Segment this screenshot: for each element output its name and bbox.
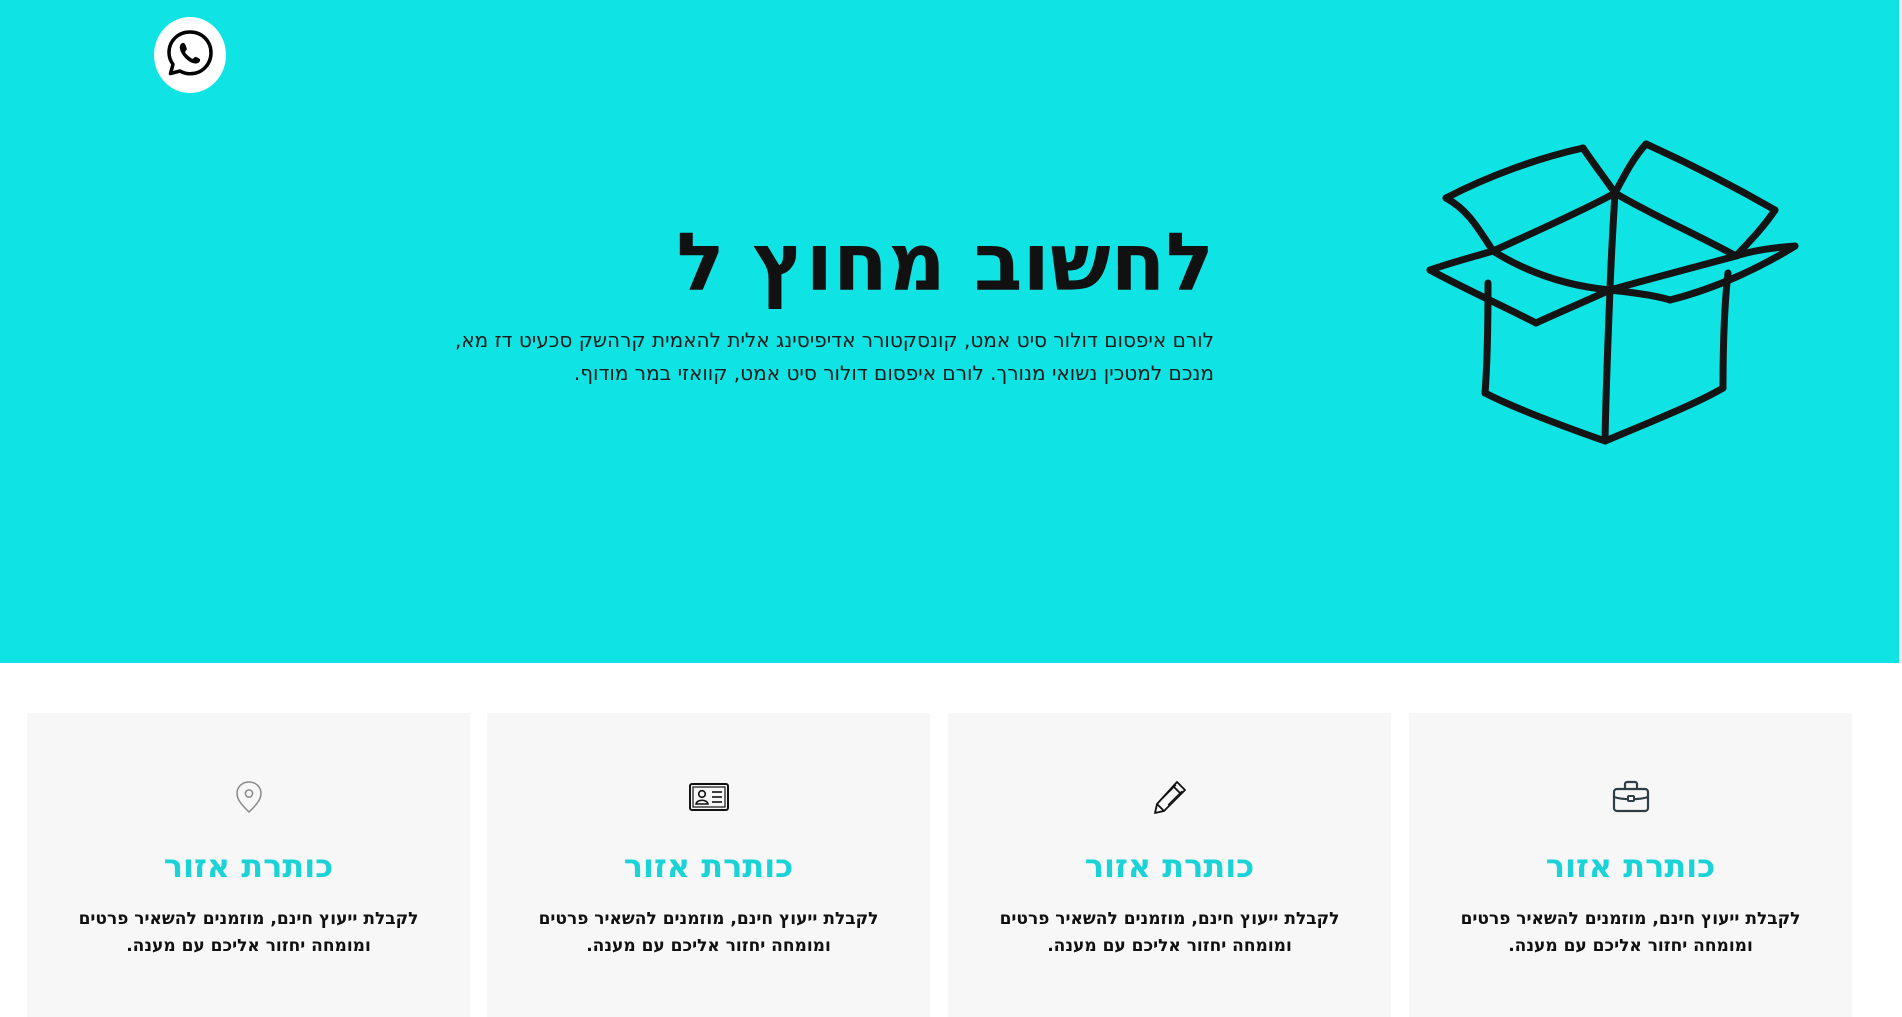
feature-text: לקבלת ייעוץ חינם, מוזמנים להשאיר פרטים ו… bbox=[999, 909, 1340, 956]
feature-title: כותרת אזור bbox=[623, 847, 794, 885]
feature-title: כותרת אזור bbox=[1545, 847, 1716, 885]
id-card-icon bbox=[687, 775, 731, 819]
hero-description: לורם איפסום דולור סיט אמט, קונסקטורר אדי… bbox=[454, 328, 1214, 385]
feature-card: כותרת אזור לקבלת ייעוץ חינם, מוזמנים להש… bbox=[27, 713, 470, 1017]
open-box-illustration bbox=[1426, 140, 1799, 445]
feature-title: כותרת אזור bbox=[1084, 847, 1255, 885]
feature-title: כותרת אזור bbox=[163, 847, 334, 885]
hero-title: לחשוב מחוץ ל bbox=[676, 216, 1214, 309]
feature-card: כותרת אזור לקבלת ייעוץ חינם, מוזמנים להש… bbox=[948, 713, 1391, 1017]
feature-card: כותרת אזור לקבלת ייעוץ חינם, מוזמנים להש… bbox=[487, 713, 930, 1017]
hero-section: לחשוב מחוץ ל לורם איפסום דולור סיט אמט, … bbox=[0, 0, 1899, 663]
map-pin-icon bbox=[227, 775, 271, 819]
briefcase-icon bbox=[1609, 775, 1653, 819]
whatsapp-button[interactable] bbox=[154, 17, 226, 93]
pencil-icon bbox=[1148, 775, 1192, 819]
feature-card: כותרת אזור לקבלת ייעוץ חינם, מוזמנים להש… bbox=[1409, 713, 1852, 1017]
feature-text: לקבלת ייעוץ חינם, מוזמנים להשאיר פרטים ו… bbox=[78, 909, 419, 956]
feature-text: לקבלת ייעוץ חינם, מוזמנים להשאיר פרטים ו… bbox=[538, 909, 879, 956]
features-section: כותרת אזור לקבלת ייעוץ חינם, מוזמנים להש… bbox=[0, 713, 1902, 1017]
feature-text: לקבלת ייעוץ חינם, מוזמנים להשאיר פרטים ו… bbox=[1460, 909, 1801, 956]
whatsapp-icon bbox=[165, 28, 215, 82]
